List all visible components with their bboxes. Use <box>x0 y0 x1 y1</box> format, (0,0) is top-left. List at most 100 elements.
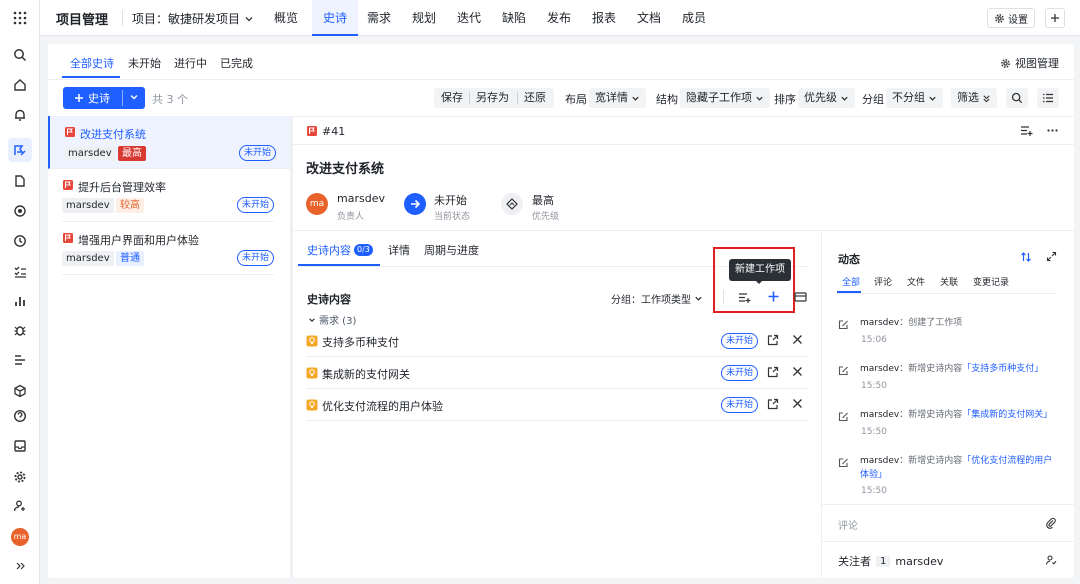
open-external-icon[interactable] <box>767 398 779 410</box>
status-badge[interactable]: 未开始 <box>721 397 759 413</box>
avatar[interactable]: ma <box>11 528 29 546</box>
list-sort-icon[interactable] <box>8 348 32 372</box>
nav-docs[interactable]: 文档 <box>637 0 661 36</box>
nav-overview[interactable]: 概览 <box>274 0 298 36</box>
close-icon[interactable] <box>792 398 803 409</box>
card-view-icon[interactable] <box>794 291 807 304</box>
restore-button[interactable]: 还原 <box>524 88 546 108</box>
open-external-icon[interactable] <box>767 366 779 378</box>
status-badge[interactable]: 未开始 <box>721 365 759 381</box>
owner-name[interactable]: marsdev <box>337 192 385 205</box>
filter-button[interactable]: 筛选 <box>951 88 997 108</box>
help-icon[interactable] <box>8 404 32 428</box>
activity-tab-all[interactable]: 全部 <box>842 275 860 288</box>
nav-requirements[interactable]: 需求 <box>367 0 391 36</box>
activity-link[interactable]: 体验」 <box>860 470 887 480</box>
tab-epic-content[interactable]: 史诗内容 0/3 <box>307 242 373 258</box>
link-existing-icon[interactable] <box>738 291 751 304</box>
new-epic-button[interactable]: 史诗 <box>63 87 145 109</box>
filter-tab-done[interactable]: 已完成 <box>220 55 253 71</box>
group-by-select[interactable]: 分组：工作项类型 <box>611 291 703 306</box>
save-as-button[interactable]: 另存为 <box>476 88 509 108</box>
save-button[interactable]: 保存 <box>441 88 463 108</box>
chevron-down-icon[interactable] <box>129 92 139 102</box>
open-external-icon[interactable] <box>767 334 779 346</box>
close-icon[interactable] <box>792 366 803 377</box>
inbox-icon[interactable] <box>8 434 32 458</box>
list-item[interactable]: 增强用户界面和用户体验 marsdev 普通 未开始 <box>62 222 274 275</box>
add-user-icon[interactable] <box>8 494 32 518</box>
table-row[interactable]: 优化支付流程的用户体验 未开始 <box>306 389 809 421</box>
expand-icon[interactable] <box>1046 251 1057 262</box>
settings-button[interactable]: 设置 <box>987 8 1035 28</box>
table-row[interactable]: 支持多币种支付 未开始 <box>306 325 809 357</box>
bar-chart-icon[interactable] <box>8 289 32 313</box>
priority-value[interactable]: 最高 <box>532 192 554 208</box>
comment-input[interactable]: 评论 <box>838 517 858 532</box>
search-button[interactable] <box>1006 88 1028 108</box>
add-button[interactable] <box>1045 8 1065 28</box>
epic-title[interactable]: 改进支付系统 <box>80 126 146 142</box>
filter-tab-not-started[interactable]: 未开始 <box>128 55 161 71</box>
new-work-item-button[interactable] <box>767 290 780 303</box>
epic-title[interactable]: 提升后台管理效率 <box>78 179 166 195</box>
child-title[interactable]: 支持多币种支付 <box>322 334 399 350</box>
document-icon[interactable] <box>8 169 32 193</box>
nav-release[interactable]: 发布 <box>547 0 571 36</box>
activity-link[interactable]: 「支持多币种支付」 <box>962 364 1043 374</box>
list-item[interactable]: 改进支付系统 marsdev 最高 未开始 <box>48 116 290 169</box>
status-badge[interactable]: 未开始 <box>239 145 277 161</box>
attachment-icon[interactable] <box>1045 517 1057 529</box>
nav-epic[interactable]: 史诗 <box>312 0 359 36</box>
nav-reports[interactable]: 报表 <box>592 0 616 36</box>
layout-select[interactable]: 宽详情 <box>589 88 646 108</box>
activity-link[interactable]: 「优化支付流程的用户 <box>962 456 1052 466</box>
child-title[interactable]: 集成新的支付网关 <box>322 366 410 382</box>
sort-arrows-icon[interactable] <box>1020 251 1032 263</box>
tab-cycle-progress[interactable]: 周期与进度 <box>424 242 479 258</box>
status-badge[interactable]: 未开始 <box>237 250 274 266</box>
activity-tab-links[interactable]: 关联 <box>940 275 958 288</box>
gear-icon[interactable] <box>8 465 32 489</box>
table-row[interactable]: 集成新的支付网关 未开始 <box>306 357 809 389</box>
list-item[interactable]: 提升后台管理效率 marsdev 较高 未开始 <box>62 169 274 222</box>
state-value[interactable]: 未开始 <box>434 192 467 208</box>
bug-icon[interactable] <box>8 318 32 342</box>
apps-grid-icon[interactable] <box>8 6 32 30</box>
nav-members[interactable]: 成员 <box>682 0 706 36</box>
list-view-button[interactable] <box>1037 88 1059 108</box>
search-icon[interactable] <box>8 43 32 67</box>
epic-title[interactable]: 增强用户界面和用户体验 <box>78 232 199 248</box>
home-icon[interactable] <box>8 73 32 97</box>
activity-link[interactable]: 「集成新的支付网关」 <box>962 410 1052 420</box>
group-select[interactable]: 不分组 <box>886 88 943 108</box>
sort-select[interactable]: 优先级 <box>798 88 855 108</box>
view-manage-button[interactable]: 视图管理 <box>1000 55 1059 71</box>
project-icon[interactable] <box>8 138 32 162</box>
insert-icon[interactable] <box>1020 124 1033 137</box>
filter-tab-all[interactable]: 全部史诗 <box>70 55 114 71</box>
child-title[interactable]: 优化支付流程的用户体验 <box>322 398 443 414</box>
clock-icon[interactable] <box>8 229 32 253</box>
activity-tab-comments[interactable]: 评论 <box>874 275 892 288</box>
activity-tab-changes[interactable]: 变更记录 <box>973 275 1009 288</box>
nav-defects[interactable]: 缺陷 <box>502 0 526 36</box>
follower-name[interactable]: marsdev <box>895 555 943 568</box>
cube-icon[interactable] <box>8 379 32 403</box>
status-badge[interactable]: 未开始 <box>721 333 759 349</box>
activity-tab-files[interactable]: 文件 <box>907 275 925 288</box>
more-icon[interactable] <box>1046 124 1059 137</box>
close-icon[interactable] <box>792 334 803 345</box>
tab-details[interactable]: 详情 <box>388 242 410 258</box>
structure-select[interactable]: 隐藏子工作项 <box>680 88 770 108</box>
expand-rail-icon[interactable] <box>8 554 32 578</box>
filter-tab-in-progress[interactable]: 进行中 <box>174 55 207 71</box>
project-selector[interactable]: 项目：敏捷研发项目 <box>132 10 254 27</box>
status-badge[interactable]: 未开始 <box>237 197 274 213</box>
nav-planning[interactable]: 规划 <box>412 0 436 36</box>
nav-iteration[interactable]: 迭代 <box>457 0 481 36</box>
target-icon[interactable] <box>8 199 32 223</box>
follow-icon[interactable] <box>1045 554 1057 566</box>
bell-icon[interactable] <box>8 103 32 127</box>
checklist-icon[interactable] <box>8 259 32 283</box>
